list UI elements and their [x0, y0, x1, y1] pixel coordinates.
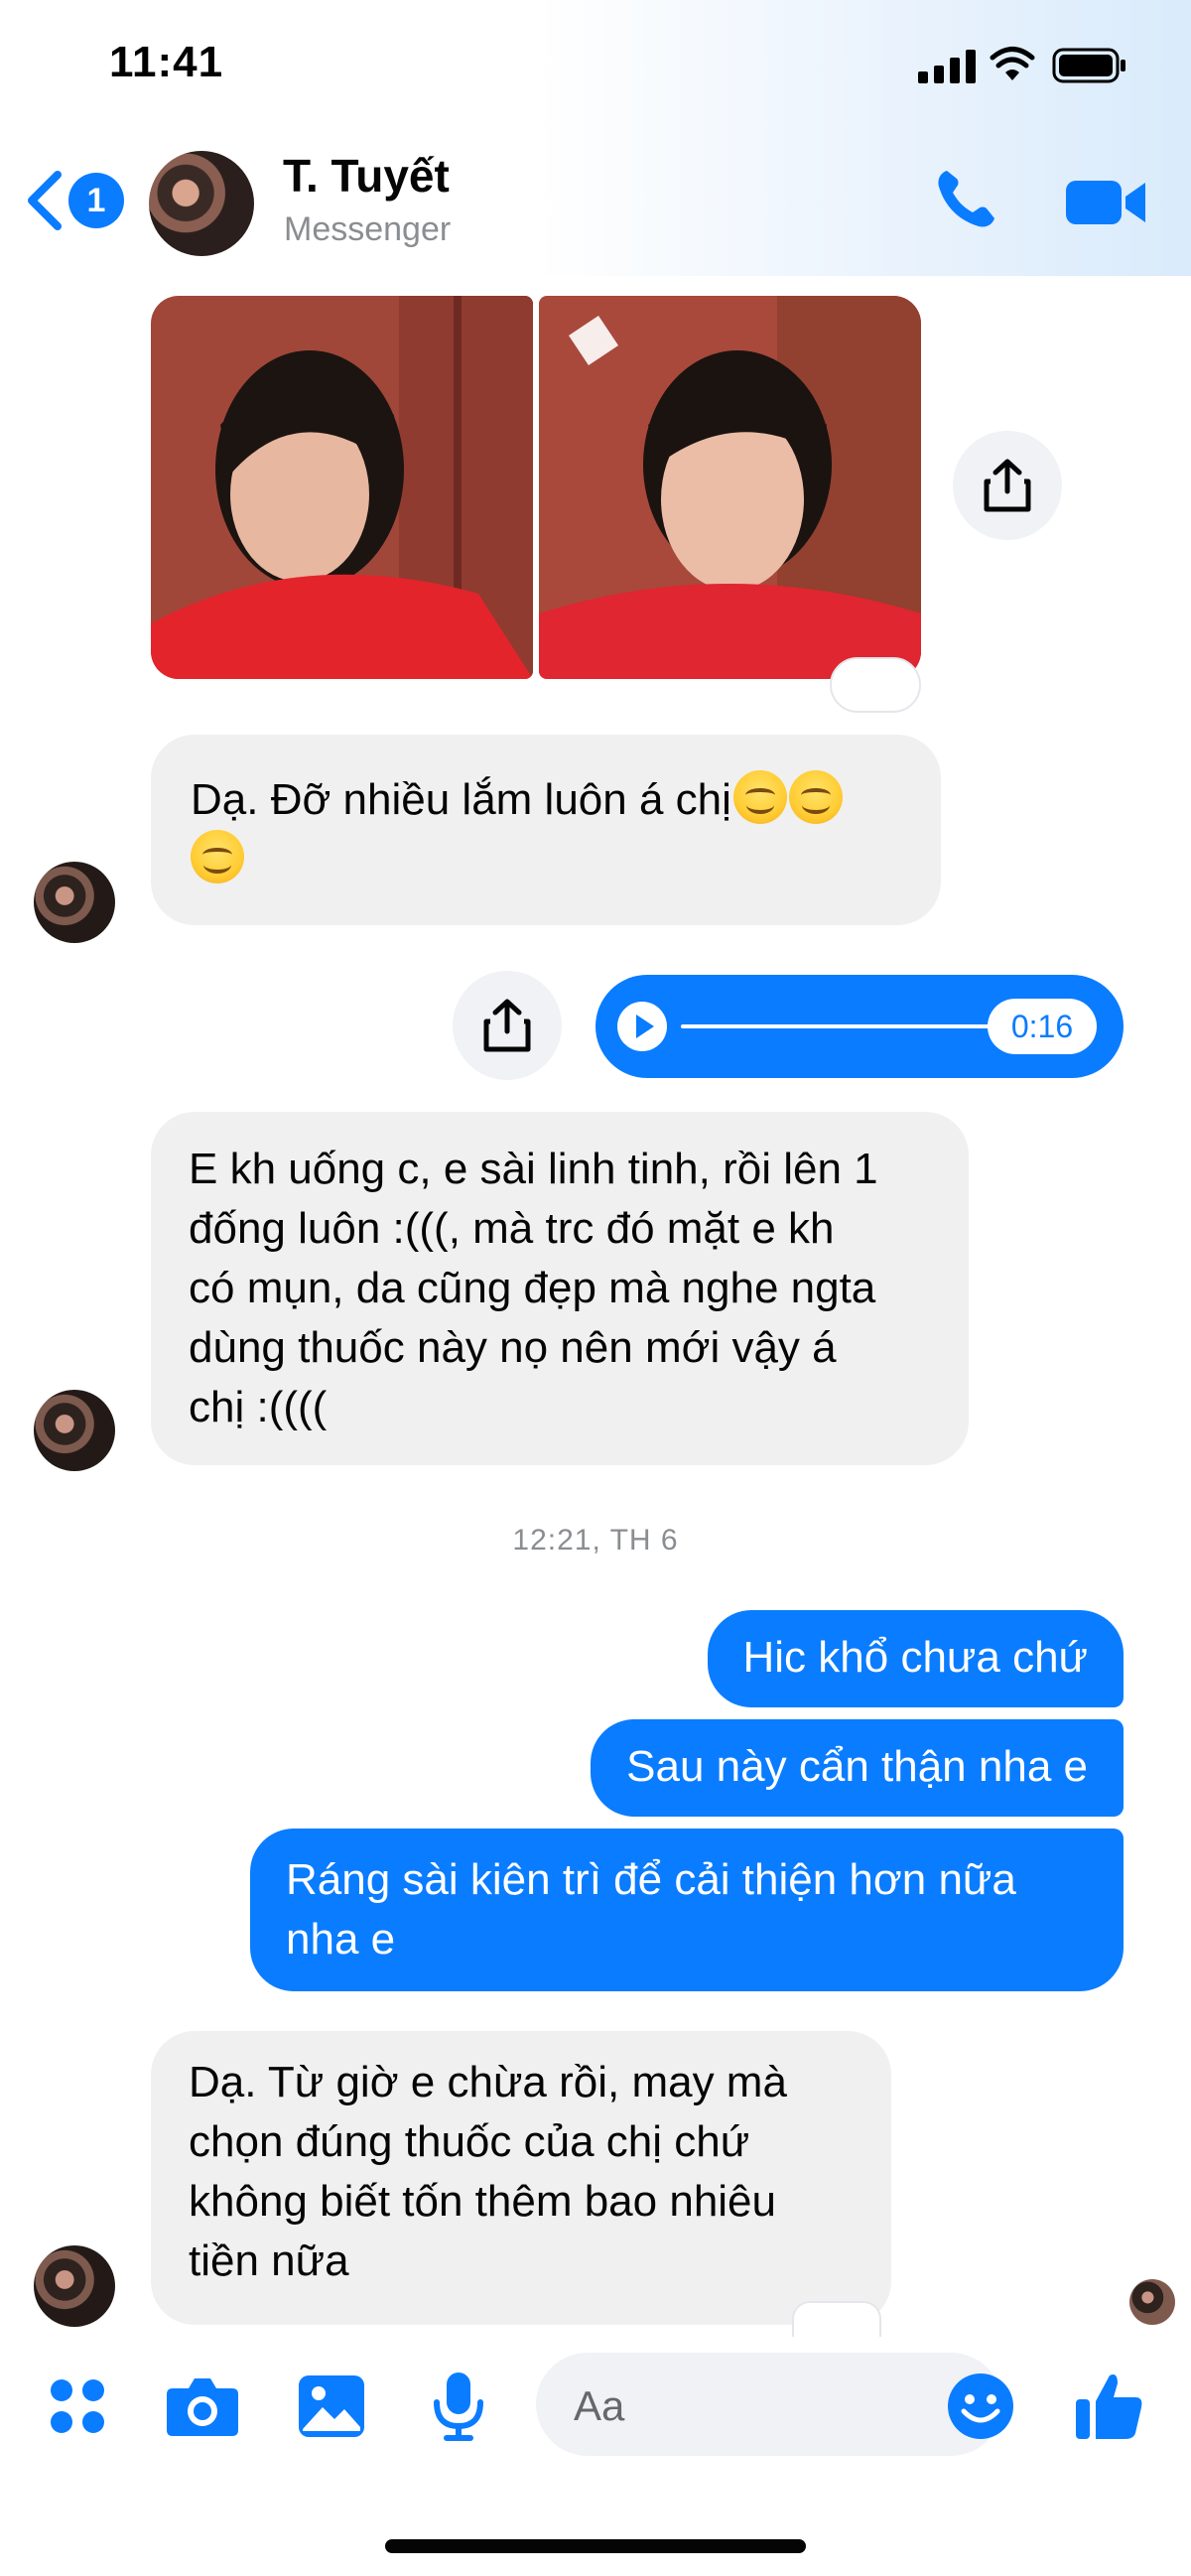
voice-progress-track[interactable] [681, 1024, 1008, 1028]
contact-name[interactable]: T. Tuyết [283, 149, 450, 203]
phone-icon[interactable] [931, 165, 1000, 234]
back-button[interactable]: 1 [24, 161, 133, 240]
sender-avatar[interactable] [34, 2245, 115, 2327]
status-time: 11:41 [109, 38, 224, 86]
message-line: Dạ. Từ giờ e chừa rồi, may mà [189, 2058, 787, 2106]
play-icon[interactable] [617, 1002, 667, 1051]
share-icon [984, 459, 1031, 512]
message-line: tiền nữa [189, 2237, 349, 2285]
message-input[interactable]: Aa [536, 2353, 1002, 2456]
message-line: E kh uống c, e sài linh tinh, rồi lên 1 [189, 1145, 878, 1193]
outgoing-message[interactable]: Hic khổ chưa chứ [707, 1610, 1124, 1707]
read-receipt-avatar [1129, 2279, 1175, 2325]
contact-avatar[interactable] [149, 151, 254, 256]
add-reaction-button[interactable] [792, 2301, 881, 2337]
message-line: đống luôn :(((, mà trc đó mặt e kh [189, 1204, 835, 1253]
home-indicator [385, 2539, 806, 2553]
emoji-icon[interactable] [941, 2367, 1020, 2446]
contact-subtitle: Messenger [284, 210, 452, 248]
incoming-message[interactable]: Dạ. Đỡ nhiều lắm luôn á chị [151, 735, 941, 925]
thumbs-up-icon[interactable] [1070, 2367, 1149, 2446]
apps-grid-icon[interactable] [38, 2367, 117, 2446]
share-button[interactable] [453, 971, 562, 1080]
message-line: có mụn, da cũng đẹp mà nghe ngta [189, 1264, 876, 1312]
signal-icon [918, 50, 976, 83]
message-line: chị :(((( [189, 1383, 328, 1431]
video-camera-icon[interactable] [1064, 175, 1147, 230]
incoming-message[interactable]: Dạ. Từ giờ e chừa rồi, may mà chọn đúng … [151, 2031, 891, 2325]
message-text: Hic khổ chưa chứ [742, 1633, 1089, 1682]
outgoing-message[interactable]: Sau này cẩn thận nha e [591, 1719, 1124, 1817]
message-text: Sau này cẩn thận nha e [626, 1742, 1088, 1791]
shared-photo[interactable] [539, 296, 921, 679]
microphone-icon[interactable] [419, 2367, 498, 2446]
message-line: dùng thuốc này nọ nên mới vậy á [189, 1323, 837, 1372]
sender-avatar[interactable] [34, 862, 115, 943]
wifi-icon [990, 47, 1035, 80]
smiling-emoji-icon [191, 830, 244, 883]
message-text: Dạ. Đỡ nhiều lắm luôn á chị [191, 775, 731, 824]
outgoing-message[interactable]: Ráng sài kiên trì để cải thiện hơn nữa n… [250, 1829, 1124, 1991]
voice-duration: 0:16 [988, 999, 1097, 1054]
battery-icon [1052, 48, 1125, 83]
shared-photo[interactable] [151, 296, 533, 679]
share-button[interactable] [953, 431, 1062, 540]
add-reaction-button[interactable] [830, 657, 921, 713]
share-icon [483, 999, 531, 1052]
incoming-message[interactable]: E kh uống c, e sài linh tinh, rồi lên 1 … [151, 1112, 969, 1465]
sender-avatar[interactable] [34, 1390, 115, 1471]
smiling-emoji-icon [732, 770, 787, 824]
smiling-emoji-icon [788, 770, 843, 824]
gallery-icon[interactable] [292, 2367, 371, 2446]
message-line: nha e [286, 1915, 396, 1964]
chevron-left-icon [28, 171, 62, 230]
voice-message[interactable]: 0:16 [596, 975, 1124, 1078]
message-line: chọn đúng thuốc của chị chứ [189, 2117, 750, 2166]
unread-badge: 1 [68, 173, 124, 228]
camera-icon[interactable] [163, 2367, 242, 2446]
conversation-timestamp: 12:21, TH 6 [512, 1524, 679, 1557]
message-line: Ráng sài kiên trì để cải thiện hơn nữa [286, 1855, 1016, 1904]
message-line: không biết tốn thêm bao nhiêu [189, 2177, 777, 2226]
message-input-placeholder: Aa [574, 2382, 625, 2429]
